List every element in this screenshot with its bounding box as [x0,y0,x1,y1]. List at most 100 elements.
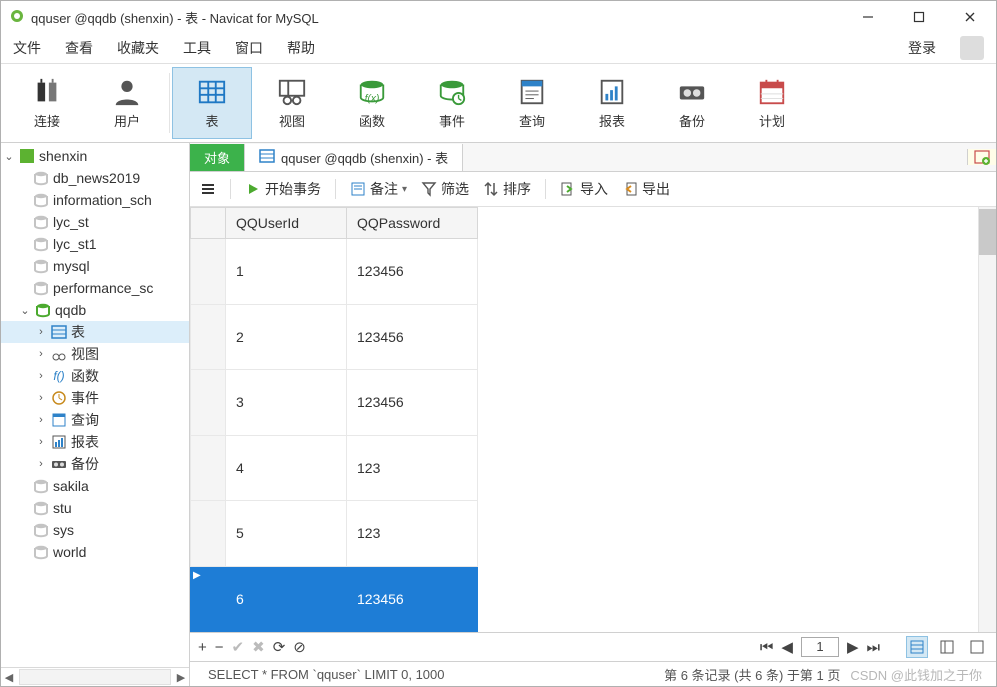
begin-transaction-button[interactable]: 开始事务 [245,179,321,199]
row-gutter[interactable] [191,370,226,436]
cell-qquserid[interactable]: 3 [226,370,347,436]
confirm-button[interactable]: ✔ [232,638,245,656]
tree-sub-view[interactable]: ›视图 [1,343,189,365]
tree-db-item[interactable]: lyc_st1 [1,233,189,255]
minimize-button[interactable] [845,3,890,31]
toolbar-function[interactable]: f(x) 函数 [332,67,412,139]
menu-window[interactable]: 窗口 [235,38,263,58]
row-gutter[interactable] [191,501,226,567]
add-row-button[interactable]: + [198,639,207,656]
cell-qqpassword[interactable]: 123 [347,435,478,501]
scroll-thumb[interactable] [979,209,996,255]
toolbar-backup[interactable]: 备份 [652,67,732,139]
column-header[interactable]: QQUserId [226,208,347,239]
last-page-button[interactable]: ⏭ [866,639,880,656]
delete-row-button[interactable]: − [215,639,224,656]
next-page-button[interactable]: ▶ [847,638,859,656]
table-row[interactable]: 6123456 [191,566,478,632]
tree-db-item[interactable]: information_sch [1,189,189,211]
toolbar-connect[interactable]: 连接 [7,67,87,139]
scroll-left-icon[interactable]: ◀ [1,671,17,684]
stop-button[interactable]: ⊘ [293,638,306,656]
tree-item-label: information_sch [53,192,152,208]
tree-sub-query[interactable]: ›查询 [1,409,189,431]
row-gutter[interactable] [191,566,226,632]
menu-favorites[interactable]: 收藏夹 [117,38,159,58]
table-row[interactable]: 5123 [191,501,478,567]
import-button[interactable]: 导入 [560,179,608,199]
page-input[interactable]: 1 [801,637,839,657]
tab-add-button[interactable] [967,149,996,165]
table-row[interactable]: 1123456 [191,239,478,305]
tree-db-item[interactable]: performance_sc [1,277,189,299]
cell-qquserid[interactable]: 4 [226,435,347,501]
grid-view-button[interactable] [906,636,928,658]
row-gutter[interactable] [191,304,226,370]
cell-qquserid[interactable]: 2 [226,304,347,370]
tree-db-open[interactable]: ⌄ qqdb [1,299,189,321]
toolbar-query[interactable]: 查询 [492,67,572,139]
tree-sub-table[interactable]: ›表 [1,321,189,343]
toolbar-event[interactable]: 事件 [412,67,492,139]
close-button[interactable] [947,3,992,31]
tab-object[interactable]: 对象 [190,144,245,171]
scroll-right-icon[interactable]: ▶ [173,671,189,684]
toolbar-schedule[interactable]: 计划 [732,67,812,139]
tree-db-item[interactable]: sakila [1,475,189,497]
first-page-button[interactable]: ⏮ [760,639,774,656]
cell-qquserid[interactable]: 1 [226,239,347,305]
tree-db-item[interactable]: stu [1,497,189,519]
row-gutter[interactable] [191,435,226,501]
refresh-button[interactable]: ⟳ [273,638,286,656]
cell-qqpassword[interactable]: 123456 [347,566,478,632]
scroll-track[interactable] [19,669,171,685]
detail-view-button[interactable] [966,636,988,658]
form-view-button[interactable] [936,636,958,658]
toggle-panel-button[interactable] [200,181,216,197]
cell-qqpassword[interactable]: 123456 [347,239,478,305]
table-row[interactable]: 2123456 [191,304,478,370]
cell-qqpassword[interactable]: 123 [347,501,478,567]
cancel-button[interactable]: ✖ [252,638,265,656]
toolbar-table[interactable]: 表 [172,67,252,139]
data-grid[interactable]: QQUserId QQPassword 11234562123456312345… [190,207,996,632]
grid-vscroll[interactable] [978,207,996,632]
tree-sub-function[interactable]: ›f()函数 [1,365,189,387]
avatar-icon[interactable] [960,36,984,60]
table-row[interactable]: 4123 [191,435,478,501]
tree-db-item[interactable]: db_news2019 [1,167,189,189]
tree-db-item[interactable]: lyc_st [1,211,189,233]
menu-view[interactable]: 查看 [65,38,93,58]
cell-qqpassword[interactable]: 123456 [347,304,478,370]
cell-qquserid[interactable]: 5 [226,501,347,567]
tree-db-item[interactable]: mysql [1,255,189,277]
tree-db-item[interactable]: world [1,541,189,563]
prev-page-button[interactable]: ◀ [781,638,793,656]
cell-qqpassword[interactable]: 123456 [347,370,478,436]
data-table[interactable]: QQUserId QQPassword 11234562123456312345… [190,207,478,632]
connection-tree[interactable]: ⌄ shenxin db_news2019 information_sch ly… [1,143,189,667]
tree-sub-event[interactable]: ›事件 [1,387,189,409]
tab-current[interactable]: qquser @qqdb (shenxin) - 表 [245,144,463,171]
toolbar-user[interactable]: 用户 [87,67,167,139]
sort-button[interactable]: 排序 [483,179,531,199]
row-gutter[interactable] [191,239,226,305]
toolbar-view[interactable]: 视图 [252,67,332,139]
menu-file[interactable]: 文件 [13,38,41,58]
sidebar-hscroll[interactable]: ◀ ▶ [1,667,189,686]
tree-sub-backup[interactable]: ›备份 [1,453,189,475]
export-button[interactable]: 导出 [622,179,670,199]
cell-qquserid[interactable]: 6 [226,566,347,632]
table-row[interactable]: 3123456 [191,370,478,436]
memo-button[interactable]: 备注▾ [350,179,407,199]
menu-tools[interactable]: 工具 [183,38,211,58]
tree-sub-report[interactable]: ›报表 [1,431,189,453]
column-header[interactable]: QQPassword [347,208,478,239]
menu-help[interactable]: 帮助 [287,38,315,58]
maximize-button[interactable] [896,3,941,31]
filter-button[interactable]: 筛选 [421,179,469,199]
toolbar-report[interactable]: 报表 [572,67,652,139]
menu-login[interactable]: 登录 [908,38,936,58]
tree-db-item[interactable]: sys [1,519,189,541]
tree-connection[interactable]: ⌄ shenxin [1,145,189,167]
